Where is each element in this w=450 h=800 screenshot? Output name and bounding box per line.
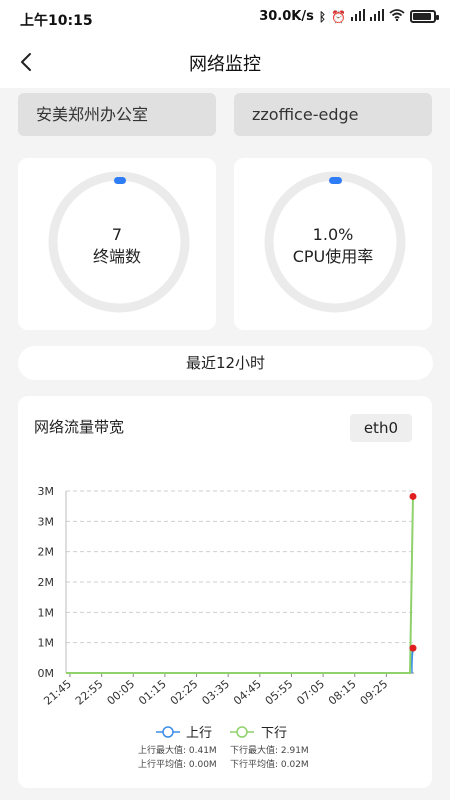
- x-tick-label: 05:55: [263, 677, 296, 707]
- y-tick-label: 3M: [38, 485, 55, 498]
- up-peak-marker: [409, 644, 417, 652]
- legend-up-label: 上行: [186, 726, 212, 741]
- y-tick-label: 1M: [38, 637, 55, 650]
- y-tick-label: 2M: [38, 576, 55, 589]
- y-tick-label: 3M: [38, 515, 55, 528]
- cpu-usage-label: CPU使用率: [292, 247, 374, 266]
- net-speed: 30.0K/s: [259, 9, 314, 24]
- status-icons: 30.0K/s ᛒ ⏰: [259, 9, 439, 24]
- terminal-count-label: 终端数: [92, 247, 141, 266]
- gauge-indicator: [114, 177, 126, 184]
- x-tick-label: 07:05: [294, 677, 327, 707]
- battery-level: [413, 13, 431, 20]
- y-tick-label: 1M: [38, 606, 55, 619]
- down-max-stat: 下行最大值: 2.91M: [230, 746, 309, 756]
- signal-icon: [370, 9, 384, 24]
- up-max-stat: 上行最大值: 0.41M: [138, 746, 217, 756]
- legend-down-label: 下行: [261, 726, 287, 741]
- gauge-indicator: [329, 177, 342, 184]
- x-tick-label: 01:15: [136, 677, 169, 707]
- nav-bar: 网络监控: [0, 36, 450, 88]
- y-tick-label: 0M: [38, 667, 55, 680]
- down-peak-marker: [409, 492, 417, 500]
- alarm-icon: ⏰: [331, 9, 346, 24]
- up-avg-stat: 上行平均值: 0.00M: [138, 760, 217, 770]
- y-tick-label: 2M: [38, 546, 55, 559]
- battery-icon: [410, 10, 439, 23]
- terminal-count-card: 7 终端数: [18, 158, 216, 330]
- legend-down-marker: [236, 726, 248, 738]
- x-tick-label: 22:55: [73, 677, 106, 707]
- x-tick-label: 08:15: [326, 677, 359, 707]
- down-avg-stat: 下行平均值: 0.02M: [230, 760, 309, 770]
- bandwidth-chart: 0M 1M 1M 2M 2M 3M 3M 21:4522:5500:0501:1502:25…: [38, 485, 417, 741]
- terminal-count-value: 7: [111, 225, 123, 244]
- up-series-line: [66, 648, 414, 674]
- status-bar: 上午10:15 30.0K/s ᛒ ⏰: [0, 0, 450, 36]
- wifi-icon: [389, 9, 405, 24]
- status-time: 上午10:15: [20, 13, 93, 29]
- cpu-usage-card: 1.0% CPU使用率: [234, 158, 432, 330]
- page-title: 网络监控: [189, 54, 261, 75]
- location-selector[interactable]: 安美郑州办公室: [18, 93, 216, 136]
- bandwidth-card: 网络流量带宽 eth0 0M 1M 1M 2M 2M 3M 3M 21:45 22:55 00:…: [18, 396, 432, 788]
- x-tick-label: 21:45: [41, 677, 74, 707]
- x-tick-label: 03:35: [199, 677, 232, 707]
- cpu-usage-value: 1.0%: [312, 225, 354, 244]
- x-tick-label: 09:25: [358, 677, 391, 707]
- x-tick-label: 04:45: [231, 677, 264, 707]
- down-series-line: [66, 496, 414, 674]
- x-tick-label: 02:25: [168, 677, 201, 707]
- legend-up-marker: [162, 726, 174, 738]
- device-selector[interactable]: zzoffice-edge: [234, 93, 432, 136]
- x-tick-label: 00:05: [105, 677, 138, 707]
- time-range-selector[interactable]: 最近12小时: [18, 346, 433, 380]
- bluetooth-icon: ᛒ: [318, 9, 327, 24]
- signal-icon: [351, 9, 365, 24]
